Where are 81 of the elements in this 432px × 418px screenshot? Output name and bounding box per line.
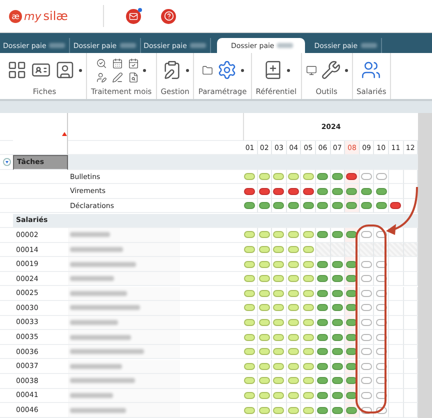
status-pill[interactable] (346, 290, 358, 297)
status-pill[interactable] (332, 348, 343, 356)
grid-icon[interactable] (7, 60, 27, 80)
calendar-icon[interactable] (112, 58, 124, 68)
status-pill[interactable] (288, 188, 300, 195)
status-pill[interactable] (346, 304, 358, 312)
status-pill[interactable] (332, 362, 343, 370)
status-pill[interactable] (302, 202, 314, 210)
status-pill[interactable] (346, 377, 358, 384)
app-logo: æ my silæ (9, 9, 89, 23)
status-pill[interactable] (244, 188, 256, 195)
status-pill[interactable] (332, 406, 343, 414)
status-pill[interactable] (346, 188, 358, 195)
status-pill[interactable] (317, 334, 328, 341)
mail-icon[interactable] (126, 8, 141, 24)
status-pill[interactable] (317, 173, 328, 180)
status-pill[interactable] (317, 260, 328, 268)
status-pill[interactable] (332, 275, 343, 282)
monitor-icon[interactable] (306, 64, 317, 76)
status-pill[interactable] (317, 392, 328, 399)
calendar-icon[interactable] (128, 58, 140, 68)
status-pill[interactable] (361, 188, 372, 195)
status-pill[interactable] (376, 188, 387, 195)
status-pill[interactable] (332, 290, 343, 297)
user-icon[interactable] (55, 60, 75, 80)
file-search-icon[interactable] (128, 72, 140, 82)
status-pill[interactable] (317, 202, 328, 210)
status-pill[interactable] (317, 406, 328, 414)
status-pill[interactable] (317, 348, 328, 356)
status-pill[interactable] (332, 318, 343, 326)
status-pill[interactable] (317, 290, 328, 297)
pen-icon[interactable] (112, 72, 124, 82)
status-pill[interactable] (361, 202, 372, 210)
status-pill[interactable] (346, 406, 358, 414)
status-pill[interactable] (346, 173, 358, 180)
status-pill[interactable] (317, 231, 328, 238)
status-pill[interactable] (317, 362, 328, 370)
status-pill[interactable] (390, 202, 402, 210)
status-pill[interactable] (332, 392, 343, 399)
status-pill[interactable] (346, 318, 358, 326)
status-pill[interactable] (376, 202, 387, 210)
status-pill[interactable] (332, 334, 343, 341)
status-pill[interactable] (244, 202, 256, 210)
status-pill[interactable] (346, 348, 358, 356)
expand-icon[interactable] (2, 158, 10, 166)
status-pill[interactable] (346, 260, 358, 268)
status-pill[interactable] (332, 260, 343, 268)
status-pill[interactable] (346, 202, 358, 210)
user-edit-icon[interactable] (96, 72, 108, 82)
status-pill[interactable] (346, 392, 358, 399)
status-pill[interactable] (317, 318, 328, 326)
book-icon[interactable] (262, 60, 283, 80)
status-pill[interactable] (273, 202, 284, 210)
settings-icon[interactable] (216, 60, 237, 80)
status-pill[interactable] (332, 377, 343, 384)
status-pill[interactable] (317, 304, 328, 312)
annotation-arrow (384, 185, 420, 237)
status-pill[interactable] (332, 304, 343, 312)
status-pill[interactable] (288, 202, 300, 210)
status-pill[interactable] (346, 275, 358, 282)
folder-icon[interactable] (202, 64, 213, 76)
status-pill[interactable] (302, 188, 314, 195)
status-pill[interactable] (346, 231, 358, 238)
clipboard-icon[interactable] (162, 60, 182, 80)
status-pill[interactable] (332, 188, 343, 195)
status-pill[interactable] (317, 377, 328, 384)
status-pill[interactable] (258, 188, 270, 195)
status-pill[interactable] (317, 188, 328, 195)
search-icon[interactable] (96, 58, 108, 68)
help-icon[interactable] (161, 8, 176, 24)
status-pill[interactable] (273, 188, 284, 195)
status-pill[interactable] (258, 202, 270, 210)
status-pill[interactable] (346, 334, 358, 341)
status-pill[interactable] (332, 173, 343, 180)
status-pill[interactable] (332, 231, 343, 238)
wrench-icon[interactable] (320, 60, 341, 80)
status-pill[interactable] (346, 362, 358, 370)
status-pill[interactable] (317, 275, 328, 282)
users-icon[interactable] (361, 60, 382, 80)
status-pill[interactable] (332, 202, 343, 210)
sort-icon[interactable] (62, 132, 67, 136)
